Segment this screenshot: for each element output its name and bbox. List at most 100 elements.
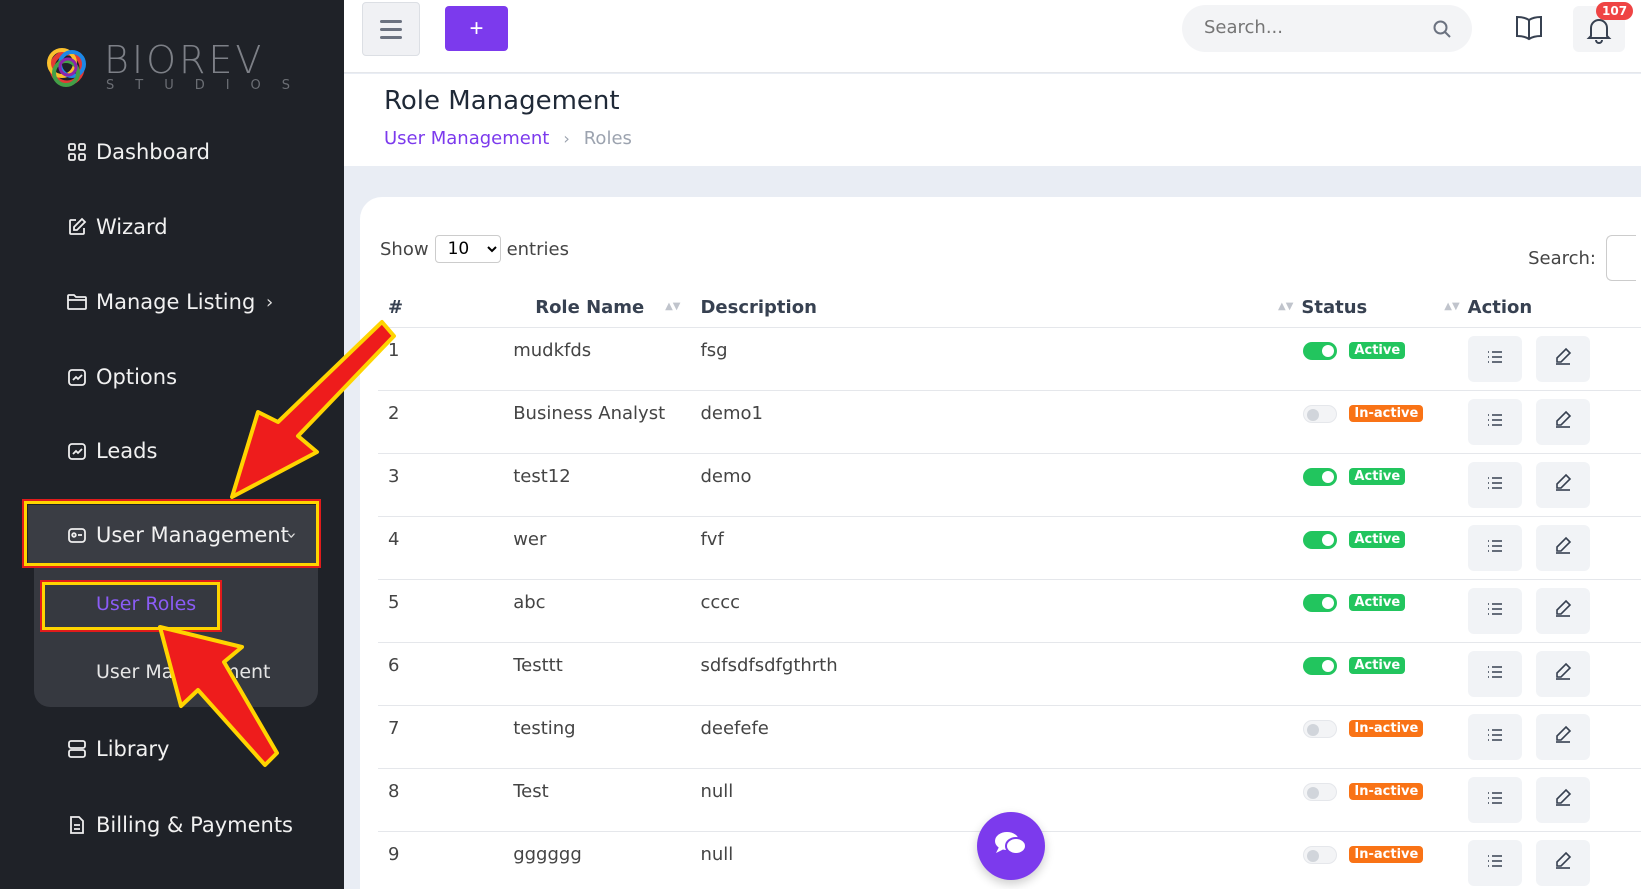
sidebar-item-library[interactable]: Library › [66, 729, 275, 769]
view-permissions-button[interactable] [1467, 524, 1522, 571]
status-badge: Active [1349, 594, 1406, 611]
brand-tagline: STUDIOS [106, 78, 312, 93]
menu-toggle-button[interactable] [362, 2, 420, 56]
status-toggle[interactable] [1303, 845, 1338, 864]
sidebar-item-billing[interactable]: Billing & Payments [66, 805, 293, 845]
show-label: Show [380, 238, 429, 260]
chart-square-icon [66, 440, 88, 462]
pencil-icon [1554, 788, 1572, 811]
view-permissions-button[interactable] [1467, 713, 1522, 760]
notification-count-badge: 107 [1596, 2, 1634, 20]
role-name-cell: Testtt [513, 642, 689, 706]
breadcrumb-current: Roles [583, 128, 632, 149]
chat-button[interactable] [977, 812, 1045, 880]
status-toggle[interactable] [1303, 656, 1338, 675]
row-number: 6 [378, 642, 514, 706]
table-search: Search: [1528, 235, 1636, 281]
grid-icon [66, 141, 88, 163]
column-header-number[interactable]: # [378, 289, 514, 328]
sidebar-item-dashboard[interactable]: Dashboard [66, 132, 210, 172]
edit-role-button[interactable] [1536, 335, 1591, 382]
description-cell: fsg [688, 327, 1302, 391]
status-toggle[interactable] [1303, 341, 1338, 360]
entries-select[interactable]: 10 [434, 235, 501, 263]
list-icon [1487, 789, 1503, 810]
action-cell [1467, 642, 1641, 706]
sidebar-item-label: Options [96, 365, 178, 389]
table-row: 1 mudkfds fsg Active [378, 327, 1641, 391]
status-toggle[interactable] [1303, 530, 1338, 549]
row-number: 3 [378, 453, 514, 517]
book-icon[interactable] [1514, 14, 1544, 46]
view-permissions-button[interactable] [1467, 650, 1522, 697]
status-badge: In-active [1349, 846, 1424, 863]
action-cell [1467, 390, 1641, 454]
chart-square-icon [66, 366, 88, 388]
edit-role-button[interactable] [1536, 776, 1591, 823]
row-number: 9 [378, 831, 514, 889]
status-toggle[interactable] [1303, 467, 1338, 486]
view-permissions-button[interactable] [1467, 461, 1522, 508]
view-permissions-button[interactable] [1467, 776, 1522, 823]
edit-role-button[interactable] [1536, 524, 1591, 571]
list-icon [1487, 726, 1503, 747]
column-header-description[interactable]: Description ▲▼ [688, 289, 1302, 328]
pencil-icon [1554, 662, 1572, 685]
chat-icon [994, 830, 1028, 862]
chevron-right-icon: › [266, 291, 274, 313]
edit-role-button[interactable] [1536, 839, 1591, 886]
search-input[interactable] [1204, 17, 1424, 38]
status-cell: In-active [1301, 768, 1468, 832]
view-permissions-button[interactable] [1467, 587, 1522, 634]
submenu-item-user-management[interactable]: User Management [96, 661, 271, 683]
list-icon [1487, 600, 1503, 621]
pencil-icon [1554, 347, 1572, 370]
status-toggle[interactable] [1303, 719, 1338, 738]
pencil-icon [1554, 536, 1572, 559]
column-header-role-name[interactable]: Role Name ▲▼ [513, 289, 689, 328]
edit-role-button[interactable] [1536, 587, 1591, 634]
chevron-right-icon: › [268, 738, 276, 760]
action-cell [1467, 327, 1641, 391]
global-search [1182, 5, 1472, 52]
edit-role-button[interactable] [1536, 461, 1591, 508]
table-row: 7 testing deefefe In-active [378, 705, 1641, 769]
add-button[interactable]: + [445, 6, 508, 51]
row-number: 1 [378, 327, 514, 391]
sort-icon: ▲▼ [1278, 301, 1294, 312]
pencil-icon [1554, 851, 1572, 874]
role-name-cell: abc [513, 579, 689, 643]
view-permissions-button[interactable] [1467, 839, 1522, 886]
action-cell [1467, 705, 1641, 769]
search-icon[interactable] [1432, 19, 1452, 43]
table-row: 3 test12 demo Active [378, 453, 1641, 517]
status-toggle[interactable] [1303, 593, 1338, 612]
sort-icon: ▲▼ [665, 301, 681, 312]
view-permissions-button[interactable] [1467, 398, 1522, 445]
edit-role-button[interactable] [1536, 398, 1591, 445]
edit-role-button[interactable] [1536, 650, 1591, 697]
status-badge: Active [1349, 657, 1406, 674]
highlight-box-user-roles [40, 580, 222, 632]
action-cell [1467, 453, 1641, 517]
topbar: + 107 [344, 0, 1641, 73]
column-header-status[interactable]: Status ▲▼ [1301, 289, 1468, 328]
view-permissions-button[interactable] [1467, 335, 1522, 382]
breadcrumb-link-user-management[interactable]: User Management [384, 128, 549, 149]
sidebar-item-leads[interactable]: Leads [66, 431, 157, 471]
table-row: 6 Testtt sdfsdfsdfgthrth Active [378, 642, 1641, 706]
brand-logo[interactable]: BIOREV STUDIOS [42, 40, 311, 96]
status-toggle[interactable] [1303, 404, 1338, 423]
table-search-input[interactable] [1606, 235, 1636, 281]
sidebar-item-manage-listing[interactable]: Manage Listing › [66, 282, 273, 322]
status-toggle[interactable] [1303, 782, 1338, 801]
row-number: 5 [378, 579, 514, 643]
role-name-cell: mudkfds [513, 327, 689, 391]
action-cell [1467, 579, 1641, 643]
row-number: 7 [378, 705, 514, 769]
sidebar-item-options[interactable]: Options [66, 357, 177, 397]
sidebar-item-wizard[interactable]: Wizard [66, 207, 168, 247]
role-name-cell: wer [513, 516, 689, 580]
edit-role-button[interactable] [1536, 713, 1591, 760]
pencil-icon [1554, 410, 1572, 433]
